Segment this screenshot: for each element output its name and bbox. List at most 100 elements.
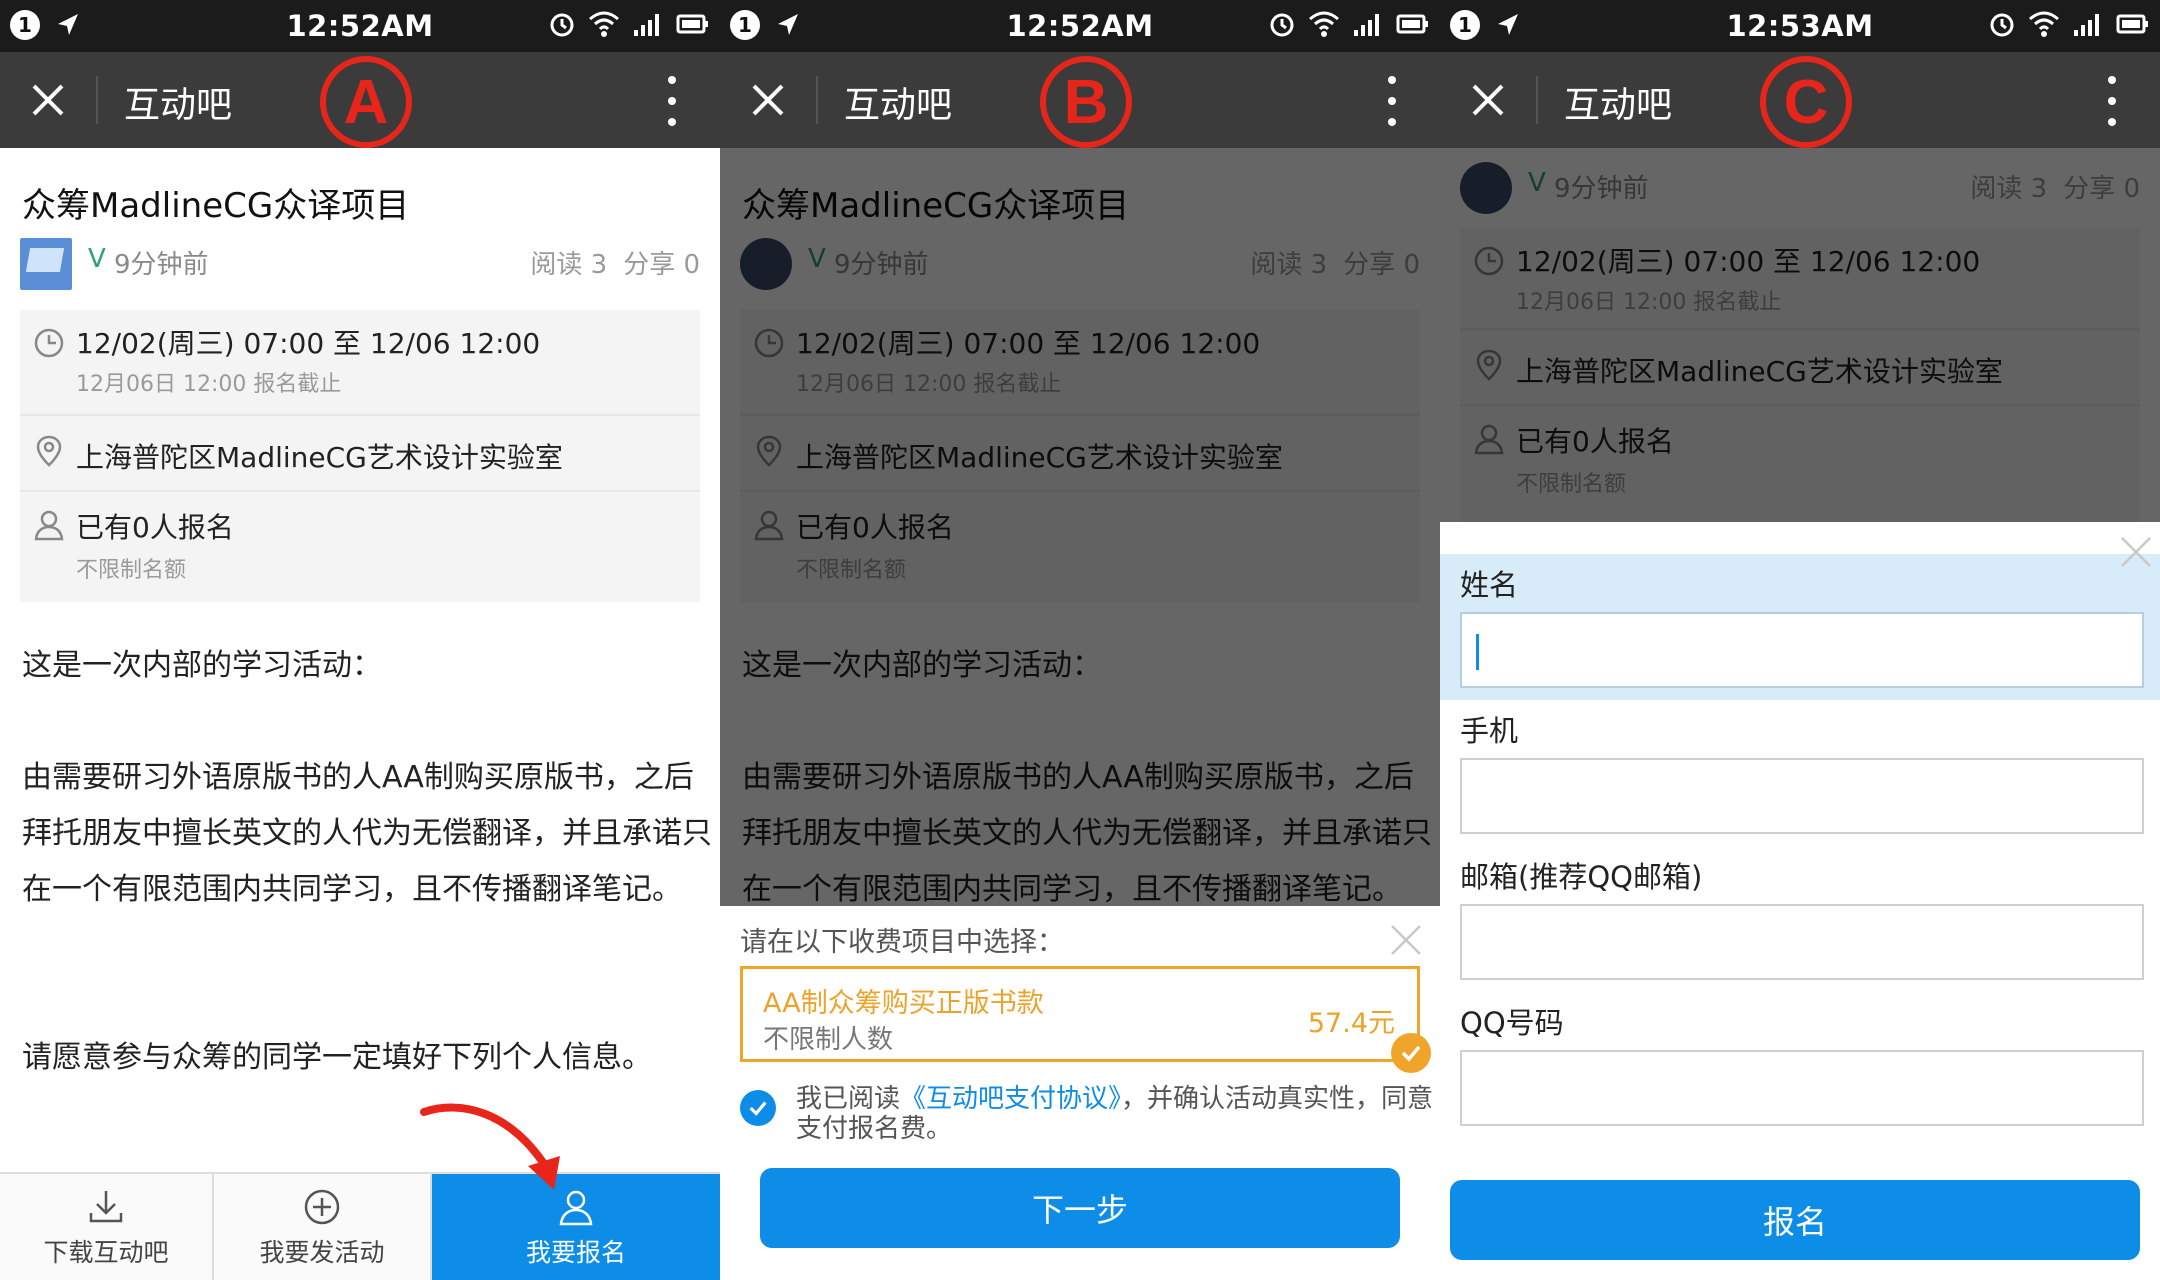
signup-row: 已有0人报名 不限制名额 [20,490,700,602]
location-arrow-icon [54,11,82,39]
read-count: 阅读 3 [530,250,608,280]
fee-name: AA制众筹购买正版书款 [763,988,1044,1019]
nav-divider [1536,76,1538,124]
notification-badge: 1 [1450,10,1480,40]
name-label: 姓名 [1460,568,1519,602]
download-app-button[interactable]: 下载互动吧 [0,1174,214,1280]
status-bar: 1 12:53AM [1440,0,2160,52]
close-icon[interactable] [1386,920,1426,960]
time-row: 12/02(周三) 07:00 至 12/06 12:00 12月06日 12:… [20,310,700,414]
nav-bar: 互动吧 B [720,52,1440,148]
signup-form: 姓名 手机 邮箱(推荐QQ邮箱) QQ号码 报名 [1440,522,2160,1280]
agreement-checkbox[interactable] [740,1090,776,1126]
close-button[interactable] [26,78,70,122]
status-bar: 1 12:52AM [720,0,1440,52]
event-paragraph-3: 请愿意参与众筹的同学一定填好下列个人信息。 [22,1040,652,1075]
signup-count: 已有0人报名 [76,511,234,544]
annotation-label: A [320,56,412,148]
modal-backdrop[interactable] [720,148,1440,906]
submit-signup-button[interactable]: 报名 [1450,1180,2140,1260]
nav-divider [96,76,98,124]
screenshot-collage: 1 12:52AM 互动吧 A 众筹MadlineCG众译项目 V 9分钟前 阅… [0,0,2160,1280]
modal-backdrop[interactable] [1440,148,2160,522]
phone-field[interactable] [1460,758,2144,834]
clock-icon [34,328,64,358]
person-icon [559,1190,593,1226]
text-caret [1476,634,1479,670]
event-paragraph-2: 由需要研习外语原版书的人AA制购买原版书，之后拜托朋友中擅长英文的人代为无偿翻译… [22,760,712,907]
wifi-icon [588,10,620,38]
signup-button[interactable]: 我要报名 [432,1174,720,1280]
name-field[interactable] [1460,612,2144,688]
checkmark-icon [749,1101,767,1116]
alarm-icon [548,10,576,38]
close-icon [32,84,64,116]
event-meta: V 9分钟前 阅读 3 分享 0 [20,236,700,292]
qq-field[interactable] [1460,1050,2144,1126]
fee-prompt: 请在以下收费项目中选择： [740,927,1064,958]
alarm-icon [1988,10,2016,38]
battery-icon [2116,10,2150,38]
more-menu-button[interactable] [2104,76,2120,126]
nav-title: 互动吧 [1564,85,1673,126]
close-button[interactable] [1466,78,1510,122]
download-icon [89,1191,123,1223]
plus-circle-icon [304,1189,340,1225]
close-icon [752,84,784,116]
status-bar: 1 12:52AM [0,0,720,52]
qq-label: QQ号码 [1460,1006,1564,1040]
notification-badge: 1 [730,10,760,40]
nav-bar: 互动吧 C [1440,52,2160,148]
event-info-box: 12/02(周三) 07:00 至 12/06 12:00 12月06日 12:… [20,310,700,602]
signal-icon [632,10,664,38]
panel-c: 1 12:53AM 互动吧 C 姓名 手机 邮箱(推荐QQ邮箱) QQ号码 报名 [1440,0,2160,1280]
wifi-icon [1308,10,1340,38]
fee-limit: 不限制人数 [763,1025,894,1055]
next-step-button[interactable]: 下一步 [760,1168,1400,1248]
location-row[interactable]: 上海普陀区MadlineCG艺术设计实验室 [20,414,700,490]
verified-badge: V [88,244,106,274]
close-icon [1472,84,1504,116]
nav-title: 互动吧 [844,85,953,126]
bottom-action-bar: 下载互动吧 我要发活动 我要报名 [0,1172,720,1280]
fee-selection-sheet: 请在以下收费项目中选择： AA制众筹购买正版书款 不限制人数 57.4元 我已阅… [720,906,1440,1280]
event-detail: 众筹MadlineCG众译项目 V 9分钟前 阅读 3 分享 0 12/02(周… [0,148,720,1280]
avatar[interactable] [20,238,72,290]
download-app-label: 下载互动吧 [43,1238,169,1267]
email-field[interactable] [1460,904,2144,980]
location-arrow-icon [774,11,802,39]
more-menu-button[interactable] [1384,76,1400,126]
close-icon[interactable] [2116,532,2156,572]
location-pin-icon [36,435,62,467]
battery-icon [676,10,710,38]
nav-divider [816,76,818,124]
panel-b: 1 12:52AM 互动吧 B 请在以下收费项目中选择： AA制众筹购买正版书款… [720,0,1440,1280]
close-button[interactable] [746,78,790,122]
alarm-icon [1268,10,1296,38]
payment-agreement-link[interactable]: 《互动吧支付协议》 [900,1084,1121,1114]
nav-title: 互动吧 [124,85,233,126]
phone-label: 手机 [1460,714,1519,748]
agreement-prefix: 我已阅读 [796,1084,901,1114]
fee-option[interactable]: AA制众筹购买正版书款 不限制人数 57.4元 [740,966,1431,1073]
wifi-icon [2028,10,2060,38]
selected-check-icon [1391,1033,1431,1073]
person-icon [34,510,64,541]
signal-icon [2072,10,2104,38]
panel-a: 1 12:52AM 互动吧 A 众筹MadlineCG众译项目 V 9分钟前 阅… [0,0,720,1280]
battery-icon [1396,10,1430,38]
posted-time: 9分钟前 [114,250,209,280]
annotation-label: C [1760,56,1852,148]
email-label: 邮箱(推荐QQ邮箱) [1460,860,1703,894]
agreement-text: 我已阅读《互动吧支付协议》，并确认活动真实性，同意支付报名费。 [796,1084,1436,1144]
agreement-row: 我已阅读《互动吧支付协议》，并确认活动真实性，同意支付报名费。 [740,1084,1433,1154]
publish-event-label: 我要发活动 [259,1238,385,1267]
quota-text: 不限制名额 [76,558,187,583]
event-time-range: 12/02(周三) 07:00 至 12/06 12:00 [76,327,541,360]
event-paragraph-1: 这是一次内部的学习活动： [22,648,382,683]
publish-event-button[interactable]: 我要发活动 [214,1174,432,1280]
more-menu-button[interactable] [664,76,680,126]
signup-deadline: 12月06日 12:00 报名截止 [76,372,342,397]
notification-badge: 1 [10,10,40,40]
signup-label: 我要报名 [525,1238,626,1267]
